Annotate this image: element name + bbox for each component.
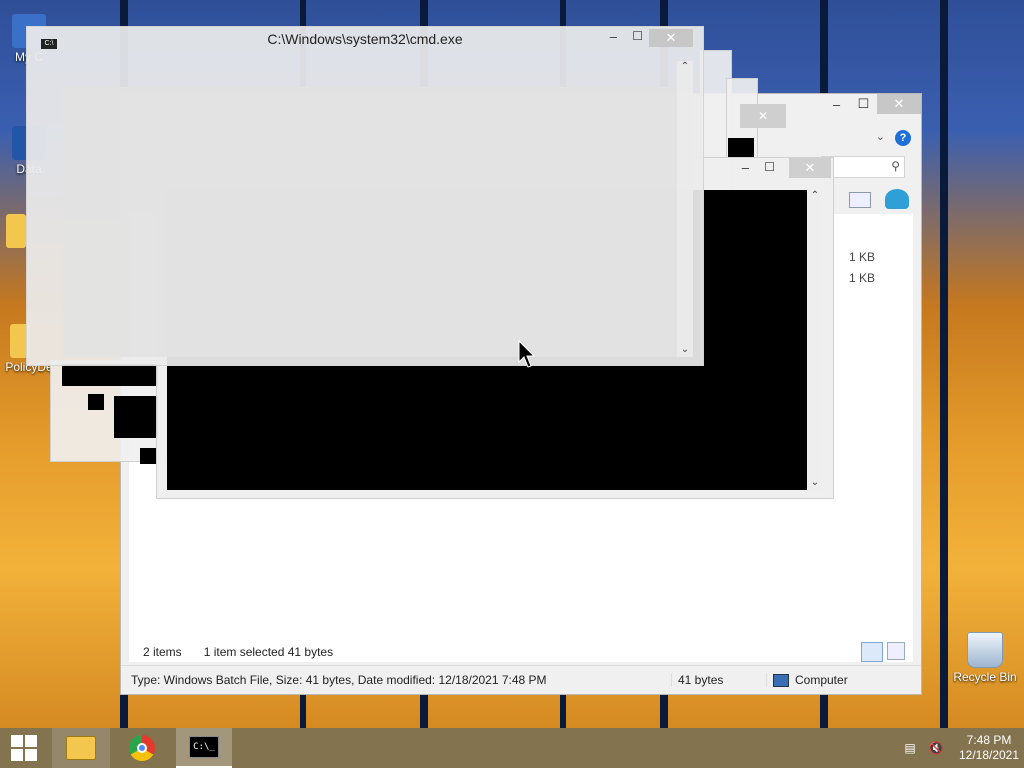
items-footer: 2 items 1 item selected 41 bytes: [129, 642, 913, 662]
taskbar-cmd[interactable]: C:\_: [176, 728, 232, 768]
console-fragment: [140, 448, 156, 464]
folder-icon: [6, 214, 26, 248]
explorer-window-controls: – ☐ ✕: [823, 94, 921, 114]
large-icons-view-icon[interactable]: [887, 642, 905, 660]
folder-icon: [66, 736, 96, 760]
console-output[interactable]: [63, 87, 677, 357]
chevron-up-icon[interactable]: ⌃: [807, 190, 823, 201]
minimize-button[interactable]: –: [823, 94, 850, 114]
close-button[interactable]: ✕: [789, 158, 831, 178]
close-icon: ✕: [740, 104, 786, 128]
console-fragment: [62, 364, 158, 386]
status-bar: Type: Windows Batch File, Size: 41 bytes…: [121, 665, 921, 694]
console-fragment: [728, 138, 754, 158]
view-buttons: [861, 642, 905, 662]
recycle-bin-icon: [967, 632, 1003, 668]
items-count: 2 items: [143, 645, 182, 659]
help-icon[interactable]: ?: [895, 130, 911, 146]
file-sizes: 1 KB 1 KB: [849, 250, 875, 292]
network-icon[interactable]: ▤: [902, 741, 918, 755]
file-size-cell: 1 KB: [849, 250, 876, 264]
start-button[interactable]: [0, 728, 48, 768]
minimize-button[interactable]: –: [742, 160, 749, 175]
status-type: Type: Windows Batch File, Size: 41 bytes…: [131, 673, 547, 687]
status-location: Computer: [766, 673, 848, 687]
console-fragment: [88, 394, 104, 410]
taskbar-chrome[interactable]: [112, 728, 172, 768]
clock-time: 7:48 PM: [966, 733, 1012, 747]
chevron-down-icon[interactable]: ⌄: [677, 344, 693, 355]
maximize-button[interactable]: ☐: [632, 29, 643, 43]
mouse-cursor-icon: [518, 340, 536, 368]
taskbar-file-explorer[interactable]: [52, 728, 110, 768]
cmd-window-title: C:\Windows\system32\cmd.exe: [267, 31, 463, 47]
cmd-window-front[interactable]: C:\ C:\Windows\system32\cmd.exe – ☐ ✕ ⌃ …: [26, 26, 704, 366]
vertical-scrollbar[interactable]: ⌃ ⌄: [677, 61, 693, 357]
desktop-icon-recycle-bin[interactable]: Recycle Bin: [950, 632, 1020, 684]
maximize-button[interactable]: ☐: [850, 94, 877, 114]
cmd-icon: C:\_: [189, 736, 219, 758]
file-size-cell: 1 KB: [849, 271, 876, 285]
mail-icon[interactable]: [849, 192, 871, 208]
system-tray: ▤ 🔇 7:48 PM 12/18/2021: [902, 728, 1024, 768]
minimize-button[interactable]: –: [610, 29, 617, 44]
shell-icon[interactable]: [885, 189, 909, 209]
close-button[interactable]: ✕: [649, 29, 693, 47]
close-button[interactable]: ✕: [877, 94, 921, 114]
details-view-icon[interactable]: [861, 642, 883, 662]
taskbar: C:\_ ▤ 🔇 7:48 PM 12/18/2021: [0, 728, 1024, 768]
computer-icon: [773, 673, 789, 687]
windows-logo-icon: [11, 735, 37, 761]
desktop-icon-label: Recycle Bin: [953, 670, 1017, 684]
volume-muted-icon[interactable]: 🔇: [928, 741, 944, 755]
vertical-scrollbar[interactable]: ⌃ ⌄: [807, 190, 823, 490]
status-bytes: 41 bytes: [671, 673, 766, 687]
chrome-icon: [129, 735, 155, 761]
status-location-label: Computer: [795, 673, 848, 687]
chevron-down-icon[interactable]: ⌄: [876, 130, 885, 143]
search-icon: ⚲: [891, 159, 900, 173]
clock[interactable]: 7:48 PM 12/18/2021: [954, 733, 1024, 763]
maximize-button[interactable]: ☐: [764, 160, 775, 174]
chevron-up-icon[interactable]: ⌃: [677, 61, 693, 72]
clock-date: 12/18/2021: [958, 748, 1020, 762]
selection-info: 1 item selected 41 bytes: [203, 645, 334, 659]
console-fragment: [114, 396, 158, 438]
chevron-down-icon[interactable]: ⌄: [807, 477, 823, 488]
